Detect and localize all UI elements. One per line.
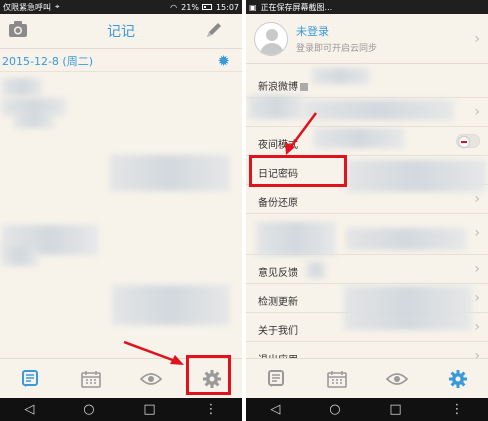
tab-bar — [246, 358, 488, 398]
calendar-icon — [326, 370, 347, 388]
back-button[interactable]: ◁ — [270, 402, 280, 417]
right-screen: ▣ 正在保存屏幕截图... 未登录 登录即可开启云同步 › 新浪微博 › 夜间模… — [246, 0, 488, 421]
menu-button[interactable]: ⋮ — [451, 402, 464, 417]
system-nav-bar: ◁ ○ □ ⋮ — [0, 398, 242, 421]
home-button[interactable]: ○ — [83, 402, 94, 417]
annotation-arrow — [123, 340, 184, 365]
notes-icon — [268, 369, 285, 387]
back-button[interactable]: ◁ — [24, 402, 34, 417]
tab-view[interactable] — [382, 364, 412, 394]
eye-icon — [386, 372, 409, 385]
tab-calendar[interactable] — [322, 364, 352, 394]
left-screen: 仅限紧急呼叫 ⌖ ◠ 21% 15:07 记记 2015-12-8 (周二) ✹ — [0, 0, 242, 421]
recents-button[interactable]: □ — [389, 402, 401, 417]
recents-button[interactable]: □ — [143, 402, 155, 417]
system-nav-bar: ◁ ○ □ ⋮ — [246, 398, 488, 421]
tab-notes[interactable] — [261, 364, 291, 394]
menu-button[interactable]: ⋮ — [205, 402, 218, 417]
gear-icon — [448, 369, 467, 388]
tab-settings[interactable] — [443, 364, 473, 394]
home-button[interactable]: ○ — [329, 402, 340, 417]
